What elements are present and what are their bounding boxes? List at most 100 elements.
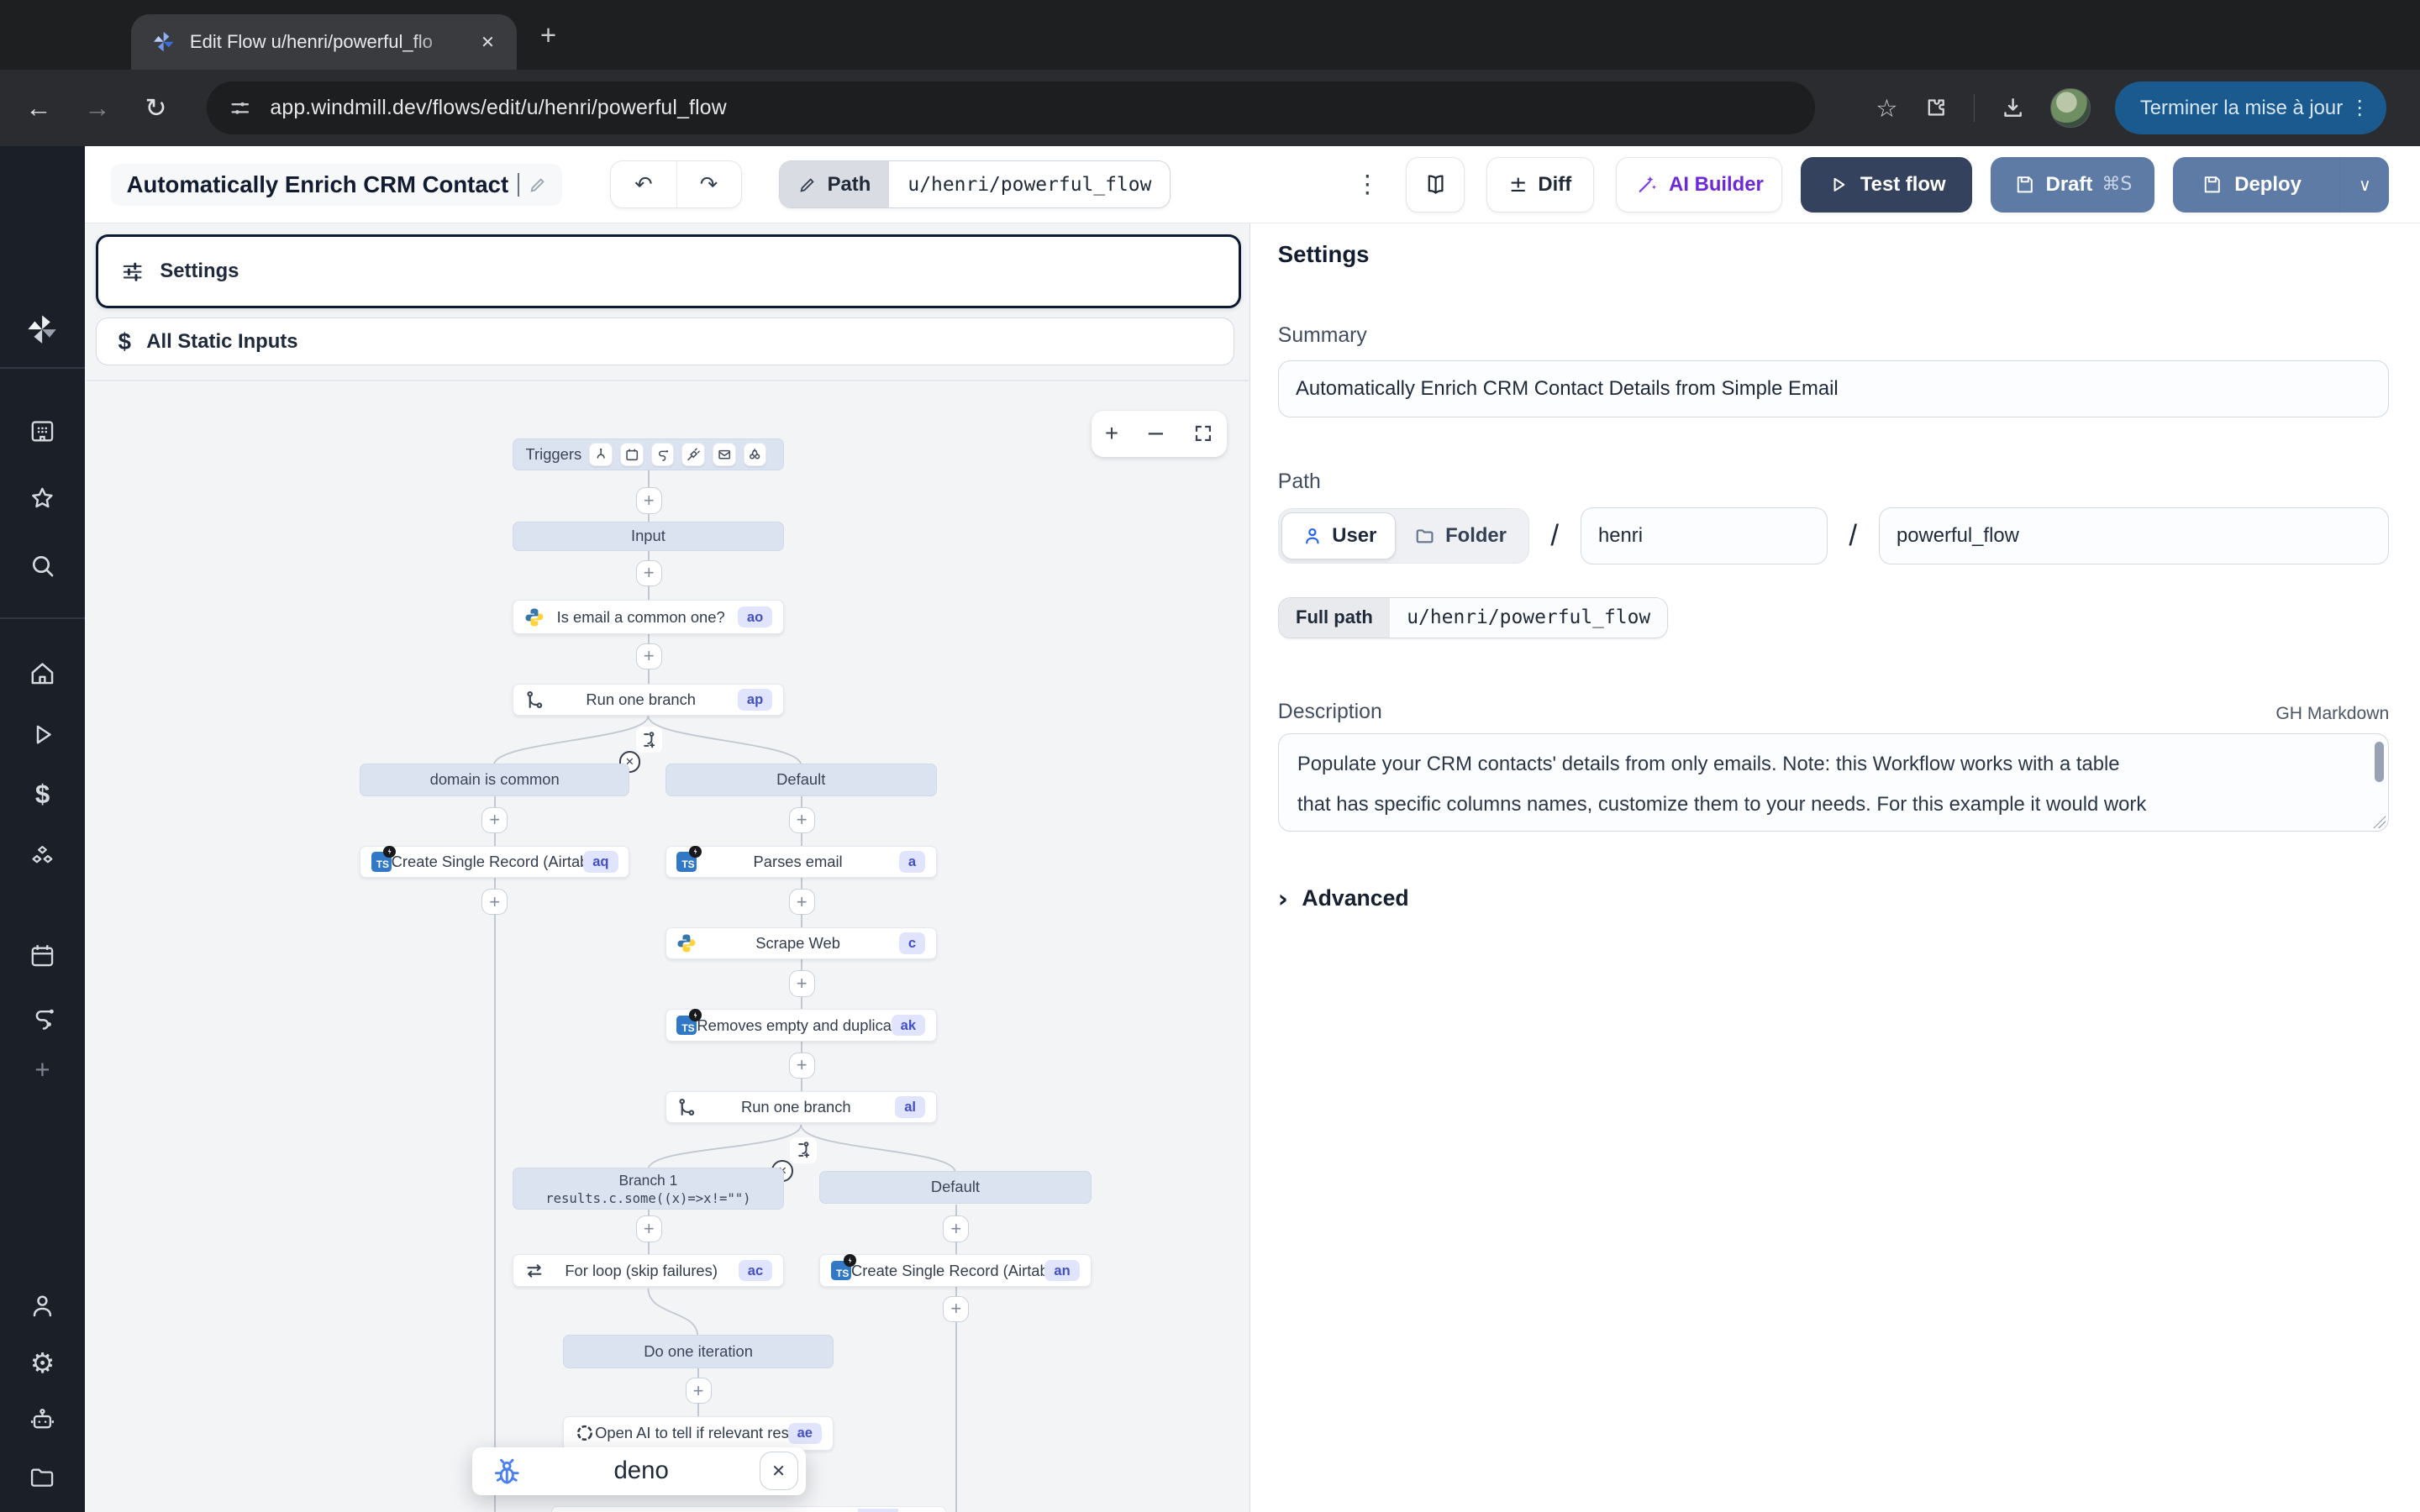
deploy-button[interactable]: Deploy: [2173, 157, 2329, 213]
deno-tooltip-card[interactable]: deno ✕: [472, 1447, 806, 1495]
do-one-iteration-node[interactable]: Do one iteration: [563, 1335, 833, 1368]
add-step-button[interactable]: +: [789, 807, 815, 833]
path-label: Path: [1278, 470, 2389, 494]
redo-button[interactable]: ↷: [676, 161, 741, 207]
flow-step-ac[interactable]: For loop (skip failures) ac: [513, 1254, 784, 1287]
flow-step-ae[interactable]: Open AI to tell if relevant result ae: [563, 1416, 833, 1450]
sidebar-item-workspace[interactable]: [0, 417, 85, 446]
test-flow-button[interactable]: Test flow: [1801, 157, 1972, 213]
resize-handle-icon[interactable]: [2373, 816, 2386, 828]
zoom-in-button[interactable]: +: [1105, 420, 1118, 447]
more-options-icon[interactable]: ⋮: [1355, 170, 1380, 199]
add-step-button[interactable]: +: [481, 807, 508, 833]
description-scrollbar[interactable]: [2375, 742, 2384, 782]
sidebar-item-home[interactable]: [0, 659, 85, 688]
owner-input[interactable]: [1581, 507, 1828, 564]
input-node[interactable]: Input: [513, 522, 784, 551]
deploy-dropdown-button[interactable]: ∨: [2339, 157, 2389, 213]
schedule-icon[interactable]: [620, 443, 644, 466]
browser-menu-icon[interactable]: ⋮: [2343, 96, 2376, 120]
diff-button[interactable]: ± Diff: [1486, 157, 1595, 213]
sidebar-item-variables[interactable]: $: [0, 780, 85, 810]
draft-button[interactable]: Draft ⌘S: [1991, 157, 2154, 213]
branch-header-default[interactable]: Default: [666, 764, 937, 796]
webhook-icon[interactable]: [589, 443, 613, 466]
sidebar-item-settings[interactable]: ⚙: [0, 1347, 85, 1380]
add-step-button[interactable]: +: [943, 1296, 969, 1322]
forward-icon[interactable]: →: [74, 93, 120, 123]
flow-step-c[interactable]: Scrape Web c: [666, 927, 937, 960]
path-chip-value[interactable]: u/henri/powerful_flow: [889, 161, 1170, 207]
flow-step-ak[interactable]: TS Removes empty and duplicates ak: [666, 1009, 937, 1042]
add-step-button[interactable]: +: [789, 970, 815, 996]
new-tab-button[interactable]: +: [540, 22, 556, 50]
all-static-inputs-card[interactable]: $ All Static Inputs: [96, 318, 1235, 365]
zoom-out-button[interactable]: −: [1146, 420, 1165, 447]
flow-step-aq[interactable]: TS Create Single Record (Airtable) aq: [360, 846, 629, 879]
watch-icon[interactable]: [744, 443, 767, 466]
fit-view-button[interactable]: [1193, 423, 1213, 444]
sidebar-item-favorites[interactable]: [0, 483, 85, 514]
add-step-button[interactable]: +: [636, 643, 662, 669]
flow-step-an[interactable]: TS Create Single Record (Airtable) an: [819, 1254, 1091, 1287]
flow-step-ao[interactable]: Is email a common one? ao: [513, 600, 784, 633]
path-chip[interactable]: Path u/henri/powerful_flow: [779, 160, 1171, 208]
url-bar[interactable]: app.windmill.dev/flows/edit/u/henri/powe…: [207, 81, 1815, 134]
branch-header-domain-is-common[interactable]: domain is common: [360, 764, 629, 796]
sidebar-item-folders[interactable]: [0, 1462, 85, 1492]
ai-builder-button[interactable]: AI Builder: [1616, 157, 1782, 213]
add-branch-icon[interactable]: [636, 727, 662, 753]
add-step-button[interactable]: +: [636, 1215, 662, 1242]
owner-kind-user[interactable]: User: [1281, 512, 1396, 559]
add-step-button[interactable]: +: [789, 1053, 815, 1079]
websocket-plug-icon[interactable]: [681, 443, 705, 466]
profile-avatar[interactable]: [2050, 88, 2091, 129]
reload-icon[interactable]: ↻: [133, 93, 179, 123]
add-step-button[interactable]: +: [686, 1378, 712, 1404]
site-settings-icon[interactable]: [229, 97, 252, 120]
download-icon[interactable]: [2000, 95, 2026, 121]
add-step-button[interactable]: +: [481, 889, 508, 915]
undo-button[interactable]: ↶: [611, 161, 676, 207]
sidebar-item-resources[interactable]: [0, 843, 85, 872]
tab-close-icon[interactable]: ✕: [474, 28, 502, 55]
sidebar-item-search[interactable]: [0, 551, 85, 580]
branch-header-default2[interactable]: Default: [819, 1171, 1091, 1204]
sidebar-item-create[interactable]: +: [0, 1055, 85, 1085]
description-textarea[interactable]: Populate your CRM contacts' details from…: [1278, 733, 2389, 832]
flow-title-field[interactable]: Automatically Enrich CRM Contact: [111, 164, 562, 206]
owner-kind-folder[interactable]: Folder: [1396, 512, 1525, 559]
sidebar-item-schedules[interactable]: [0, 941, 85, 970]
flow-name-input[interactable]: [1879, 507, 2389, 564]
triggers-node[interactable]: Triggers: [513, 438, 784, 471]
browser-update-button[interactable]: Terminer la mise à jour ⋮: [2115, 81, 2386, 134]
summary-input[interactable]: [1278, 360, 2389, 417]
flow-step-ap[interactable]: Run one branch ap: [513, 684, 784, 717]
bookmark-star-icon[interactable]: ☆: [1876, 94, 1897, 123]
browser-tab[interactable]: Edit Flow u/henri/powerful_flo ✕: [131, 14, 517, 70]
extensions-icon[interactable]: [1923, 95, 1949, 121]
sidebar-item-flows[interactable]: [0, 1003, 85, 1032]
flow-step-a[interactable]: TS Parses email a: [666, 846, 937, 879]
add-step-button[interactable]: +: [636, 560, 662, 586]
sidebar-item-workers[interactable]: [0, 1405, 85, 1435]
tab-favicon-windmill: [151, 29, 176, 54]
add-branch-icon[interactable]: [790, 1137, 816, 1163]
email-icon[interactable]: [713, 443, 736, 466]
path-chip-label: Path: [828, 173, 871, 197]
docs-button[interactable]: [1406, 157, 1465, 213]
route-icon[interactable]: [651, 443, 675, 466]
branch-header-branch1[interactable]: Branch 1 results.c.some((x)=>x!=""): [513, 1168, 784, 1210]
add-step-button[interactable]: +: [789, 889, 815, 915]
add-step-button[interactable]: +: [943, 1215, 969, 1242]
sidebar-item-runs[interactable]: [0, 721, 85, 748]
deno-close-button[interactable]: ✕: [760, 1452, 798, 1490]
settings-module-card[interactable]: Settings: [96, 234, 1241, 308]
windmill-logo[interactable]: [0, 312, 85, 347]
sidebar-item-user[interactable]: [0, 1291, 85, 1320]
tab-strip: Edit Flow u/henri/powerful_flo ✕ +: [0, 0, 2420, 70]
advanced-toggle[interactable]: › Advanced: [1278, 885, 2389, 913]
flow-step-al[interactable]: Run one branch al: [666, 1091, 937, 1124]
back-icon[interactable]: ←: [15, 93, 61, 123]
add-step-button[interactable]: +: [636, 487, 662, 513]
